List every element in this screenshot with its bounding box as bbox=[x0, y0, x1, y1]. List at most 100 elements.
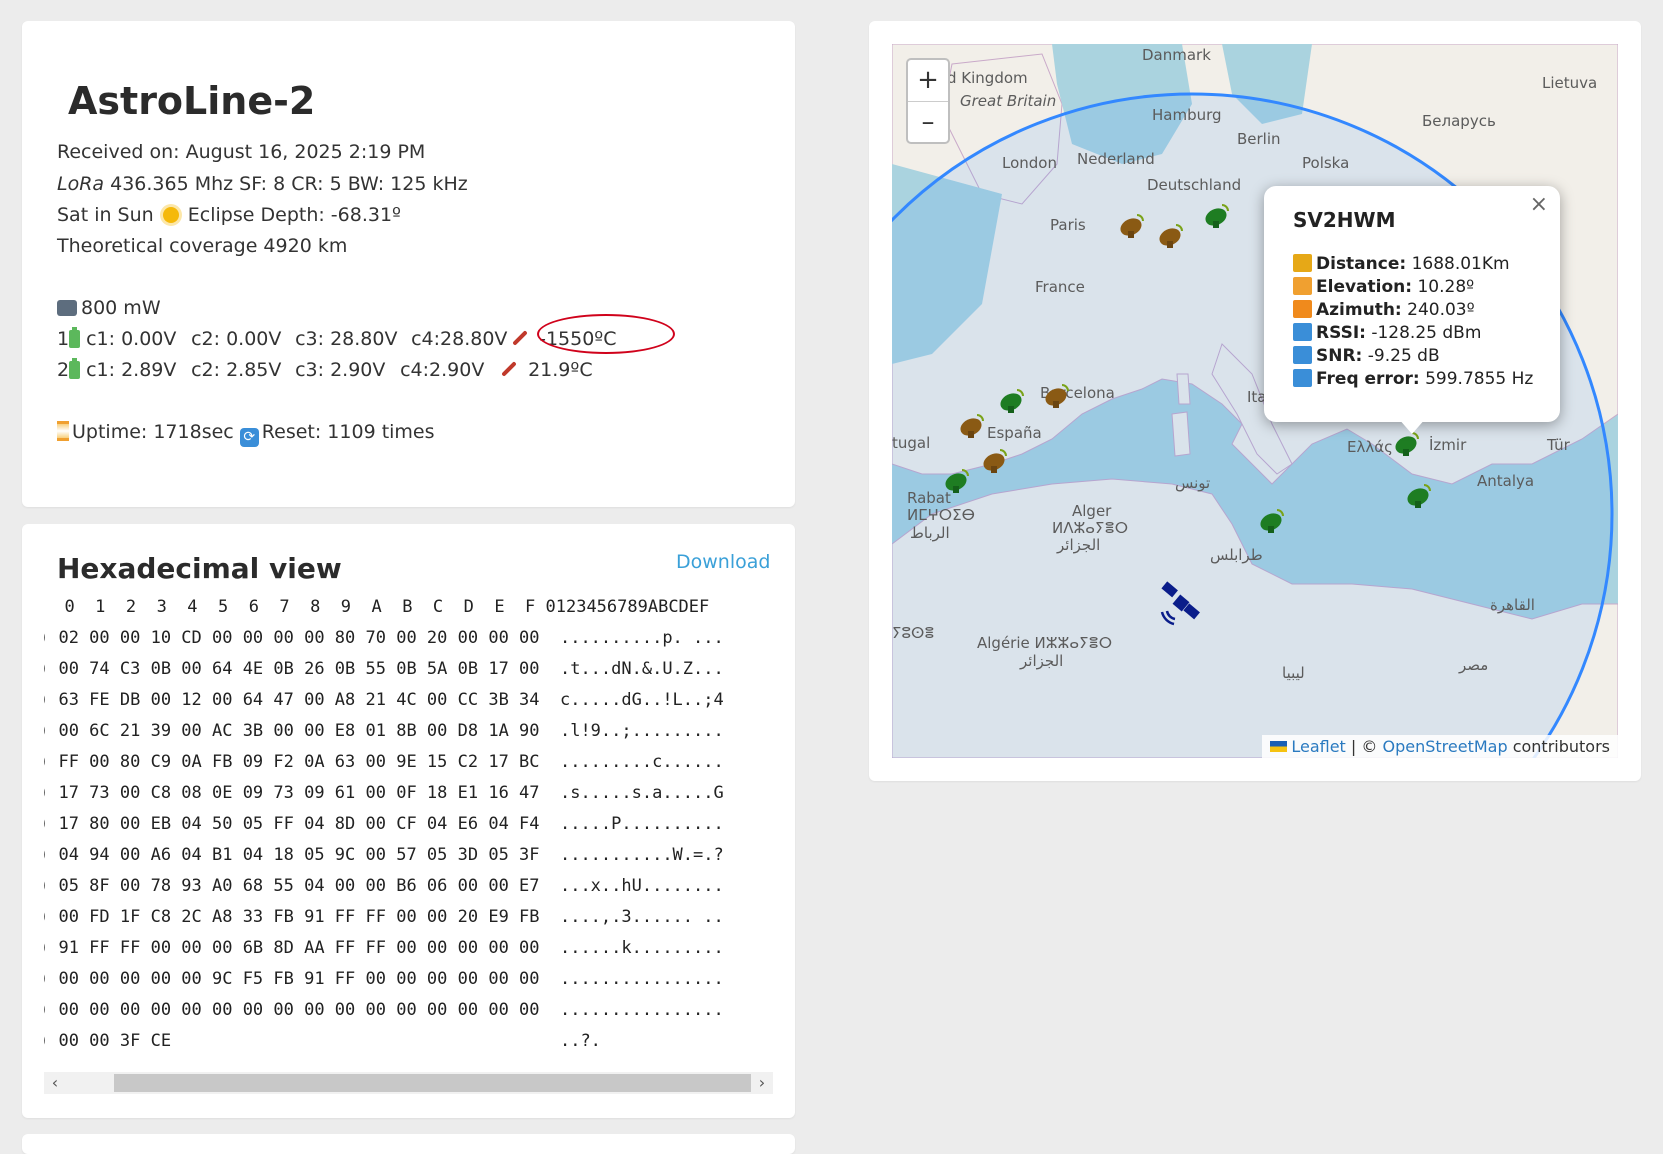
hex-row: ) 00 6C 21 39 00 AC 3B 00 00 E8 01 8B 00… bbox=[44, 721, 724, 741]
hex-row: ) 63 FE DB 00 12 00 64 47 00 A8 21 4C 00… bbox=[44, 690, 724, 710]
ground-station-antenna-icon[interactable] bbox=[957, 409, 987, 439]
scroll-right-arrow[interactable]: › bbox=[751, 1072, 773, 1094]
ground-station-antenna-icon[interactable] bbox=[1042, 379, 1072, 409]
map-place-label: الجزائر bbox=[1020, 652, 1064, 670]
popup-row: SNR: -9.25 dB bbox=[1293, 346, 1440, 366]
satellite-icon[interactable] bbox=[1157, 579, 1205, 627]
battery-row-2: 2 c1: 2.89V c2: 2.85V c3: 2.90V c4:2.90V 21.9… bbox=[57, 358, 593, 381]
battery-icon bbox=[69, 358, 81, 379]
tx-power: 800 mW bbox=[57, 297, 161, 319]
popup-close-button[interactable]: × bbox=[1530, 192, 1548, 217]
map-place-label: Nederland bbox=[1077, 150, 1155, 168]
eclipse-depth: Eclipse Depth: -68.31º bbox=[187, 204, 402, 226]
sun-status: Sat in Sun Eclipse Depth: -68.31º bbox=[57, 204, 401, 226]
map-place-label: القاهرة bbox=[1490, 596, 1535, 614]
ground-station-antenna-icon[interactable] bbox=[997, 384, 1027, 414]
map-place-label: Hamburg bbox=[1152, 106, 1222, 124]
ground-station-antenna-icon[interactable] bbox=[942, 464, 972, 494]
map-place-label: Algérie ⵍⵣⵣⴰⵢⴻⵔ bbox=[977, 634, 1113, 652]
chart-icon bbox=[1293, 346, 1312, 364]
hex-row: ) 02 00 00 10 CD 00 00 00 00 80 70 00 20… bbox=[44, 628, 724, 648]
popup-row-label: Elevation: bbox=[1316, 277, 1413, 297]
map-place-label: tugal bbox=[892, 434, 931, 452]
cell-1-voltage: c1: 2.89V bbox=[86, 359, 177, 381]
map-place-label: İzmir bbox=[1429, 436, 1467, 454]
battery-index: 1 bbox=[57, 328, 70, 350]
ground-station-antenna-icon[interactable] bbox=[1257, 504, 1287, 534]
hex-dump[interactable]: 0 1 2 3 4 5 6 7 8 9 A B C D E F 01234567… bbox=[44, 592, 774, 1054]
ground-station-antenna-icon[interactable] bbox=[1156, 219, 1186, 249]
popup-row-label: Freq error: bbox=[1316, 369, 1420, 389]
hex-title: Hexadecimal view bbox=[57, 552, 342, 585]
ground-station-antenna-icon[interactable] bbox=[1202, 199, 1232, 229]
map-place-label: مصر bbox=[1459, 656, 1489, 674]
map-place-label: الجزائر bbox=[1057, 536, 1101, 554]
station-popup: × SV2HWM Distance: 1688.01Km Elevation: 1… bbox=[1264, 186, 1560, 422]
cell-2-voltage: c2: 2.85V bbox=[191, 359, 282, 381]
highlight-circle bbox=[537, 314, 675, 354]
hex-row: ) 00 FD 1F C8 2C A8 33 FB 91 FF FF 00 00… bbox=[44, 907, 724, 927]
triangle-ruler-icon bbox=[1293, 277, 1312, 295]
popup-row-label: Azimuth: bbox=[1316, 300, 1402, 320]
map-place-label: Lietuva bbox=[1542, 74, 1598, 92]
ruler-icon bbox=[1293, 254, 1312, 272]
map-place-label: Danmark bbox=[1142, 46, 1211, 64]
received-date: Received on: August 16, 2025 2:19 PM bbox=[57, 141, 426, 163]
map[interactable]: Danmark Lietuva d Kingdom Great Britain Hamb… bbox=[892, 44, 1618, 758]
scroll-left-arrow[interactable]: ‹ bbox=[44, 1072, 66, 1094]
hex-row: ) FF 00 80 C9 0A FB 09 F2 0A 63 00 9E 15… bbox=[44, 752, 724, 772]
lora-label: LoRa bbox=[57, 173, 105, 195]
uptime-row: Uptime: 1718sec ⟳ Reset: 1109 times bbox=[57, 421, 435, 447]
hex-view-card: Hexadecimal view Download 0 1 2 3 4 5 6 … bbox=[22, 524, 795, 1118]
map-place-label: d Kingdom bbox=[947, 69, 1028, 87]
hex-row: ) 00 74 C3 0B 00 64 4E 0B 26 0B 55 0B 5A… bbox=[44, 659, 724, 679]
attribution-separator: | © bbox=[1345, 737, 1383, 756]
reset-icon: ⟳ bbox=[239, 428, 259, 447]
map-place-label: Great Britain bbox=[960, 92, 1057, 110]
power-value: 800 mW bbox=[81, 297, 161, 319]
scrollbar-thumb[interactable] bbox=[114, 1074, 751, 1092]
cell-2-voltage: c2: 0.00V bbox=[191, 328, 282, 350]
cell-4-voltage: c4:2.90V bbox=[400, 359, 485, 381]
popup-row-value: -128.25 dBm bbox=[1365, 323, 1482, 343]
cell-3-voltage: c3: 2.90V bbox=[295, 359, 386, 381]
attribution-contributors: contributors bbox=[1507, 737, 1610, 756]
thermometer-icon bbox=[501, 361, 517, 377]
ground-station-antenna-icon[interactable] bbox=[1117, 209, 1147, 239]
map-card: Danmark Lietuva d Kingdom Great Britain Hamb… bbox=[869, 21, 1641, 781]
map-place-label: Беларусь bbox=[1422, 112, 1496, 130]
ground-station-antenna-icon[interactable] bbox=[980, 444, 1010, 474]
popup-row-value: -9.25 dB bbox=[1362, 346, 1440, 366]
zoom-control: + – bbox=[906, 58, 950, 144]
map-place-label: Paris bbox=[1050, 216, 1086, 234]
map-place-label: ⵍⴷⵣⴰⵢⴻⵔ bbox=[1052, 519, 1129, 537]
map-place-label: France bbox=[1035, 278, 1085, 296]
chart-icon bbox=[1293, 323, 1312, 341]
popup-row-value: 10.28º bbox=[1412, 277, 1475, 297]
map-place-label: Tür bbox=[1547, 436, 1570, 454]
ground-station-antenna-icon[interactable] bbox=[1404, 479, 1434, 509]
zoom-out-button[interactable]: – bbox=[908, 102, 948, 144]
map-place-label: تونس bbox=[1175, 474, 1211, 492]
leaflet-link[interactable]: Leaflet bbox=[1291, 737, 1345, 756]
map-place-label: ليبيا bbox=[1282, 664, 1305, 682]
radio-icon bbox=[57, 300, 77, 316]
popup-row-label: SNR: bbox=[1316, 346, 1363, 366]
zoom-in-button[interactable]: + bbox=[908, 60, 948, 102]
hex-row: ) 17 73 00 C8 08 0E 09 73 09 61 00 0F 18… bbox=[44, 783, 724, 803]
hourglass-icon bbox=[57, 421, 69, 441]
horizontal-scrollbar[interactable]: ‹ › bbox=[44, 1072, 773, 1094]
download-link[interactable]: Download bbox=[676, 551, 770, 573]
map-place-label: الرباط bbox=[910, 524, 950, 542]
battery-temperature: 21.9ºC bbox=[528, 359, 593, 381]
thermometer-icon bbox=[512, 330, 528, 346]
map-place-label: Polska bbox=[1302, 154, 1350, 172]
map-place-label: ⵢⵓⵙⴻ bbox=[892, 624, 935, 642]
battery-index: 2 bbox=[57, 359, 70, 381]
map-place-label: ⵍⵎⵖⵔⵉⴱ bbox=[907, 506, 975, 524]
coverage: Theoretical coverage 4920 km bbox=[57, 235, 348, 257]
hex-header: 0 1 2 3 4 5 6 7 8 9 A B C D E F 01234567… bbox=[44, 597, 710, 617]
map-place-label: Alger bbox=[1072, 502, 1112, 520]
osm-link[interactable]: OpenStreetMap bbox=[1382, 737, 1507, 756]
hex-row: ) 00 00 3F CE ..?. bbox=[44, 1031, 601, 1051]
